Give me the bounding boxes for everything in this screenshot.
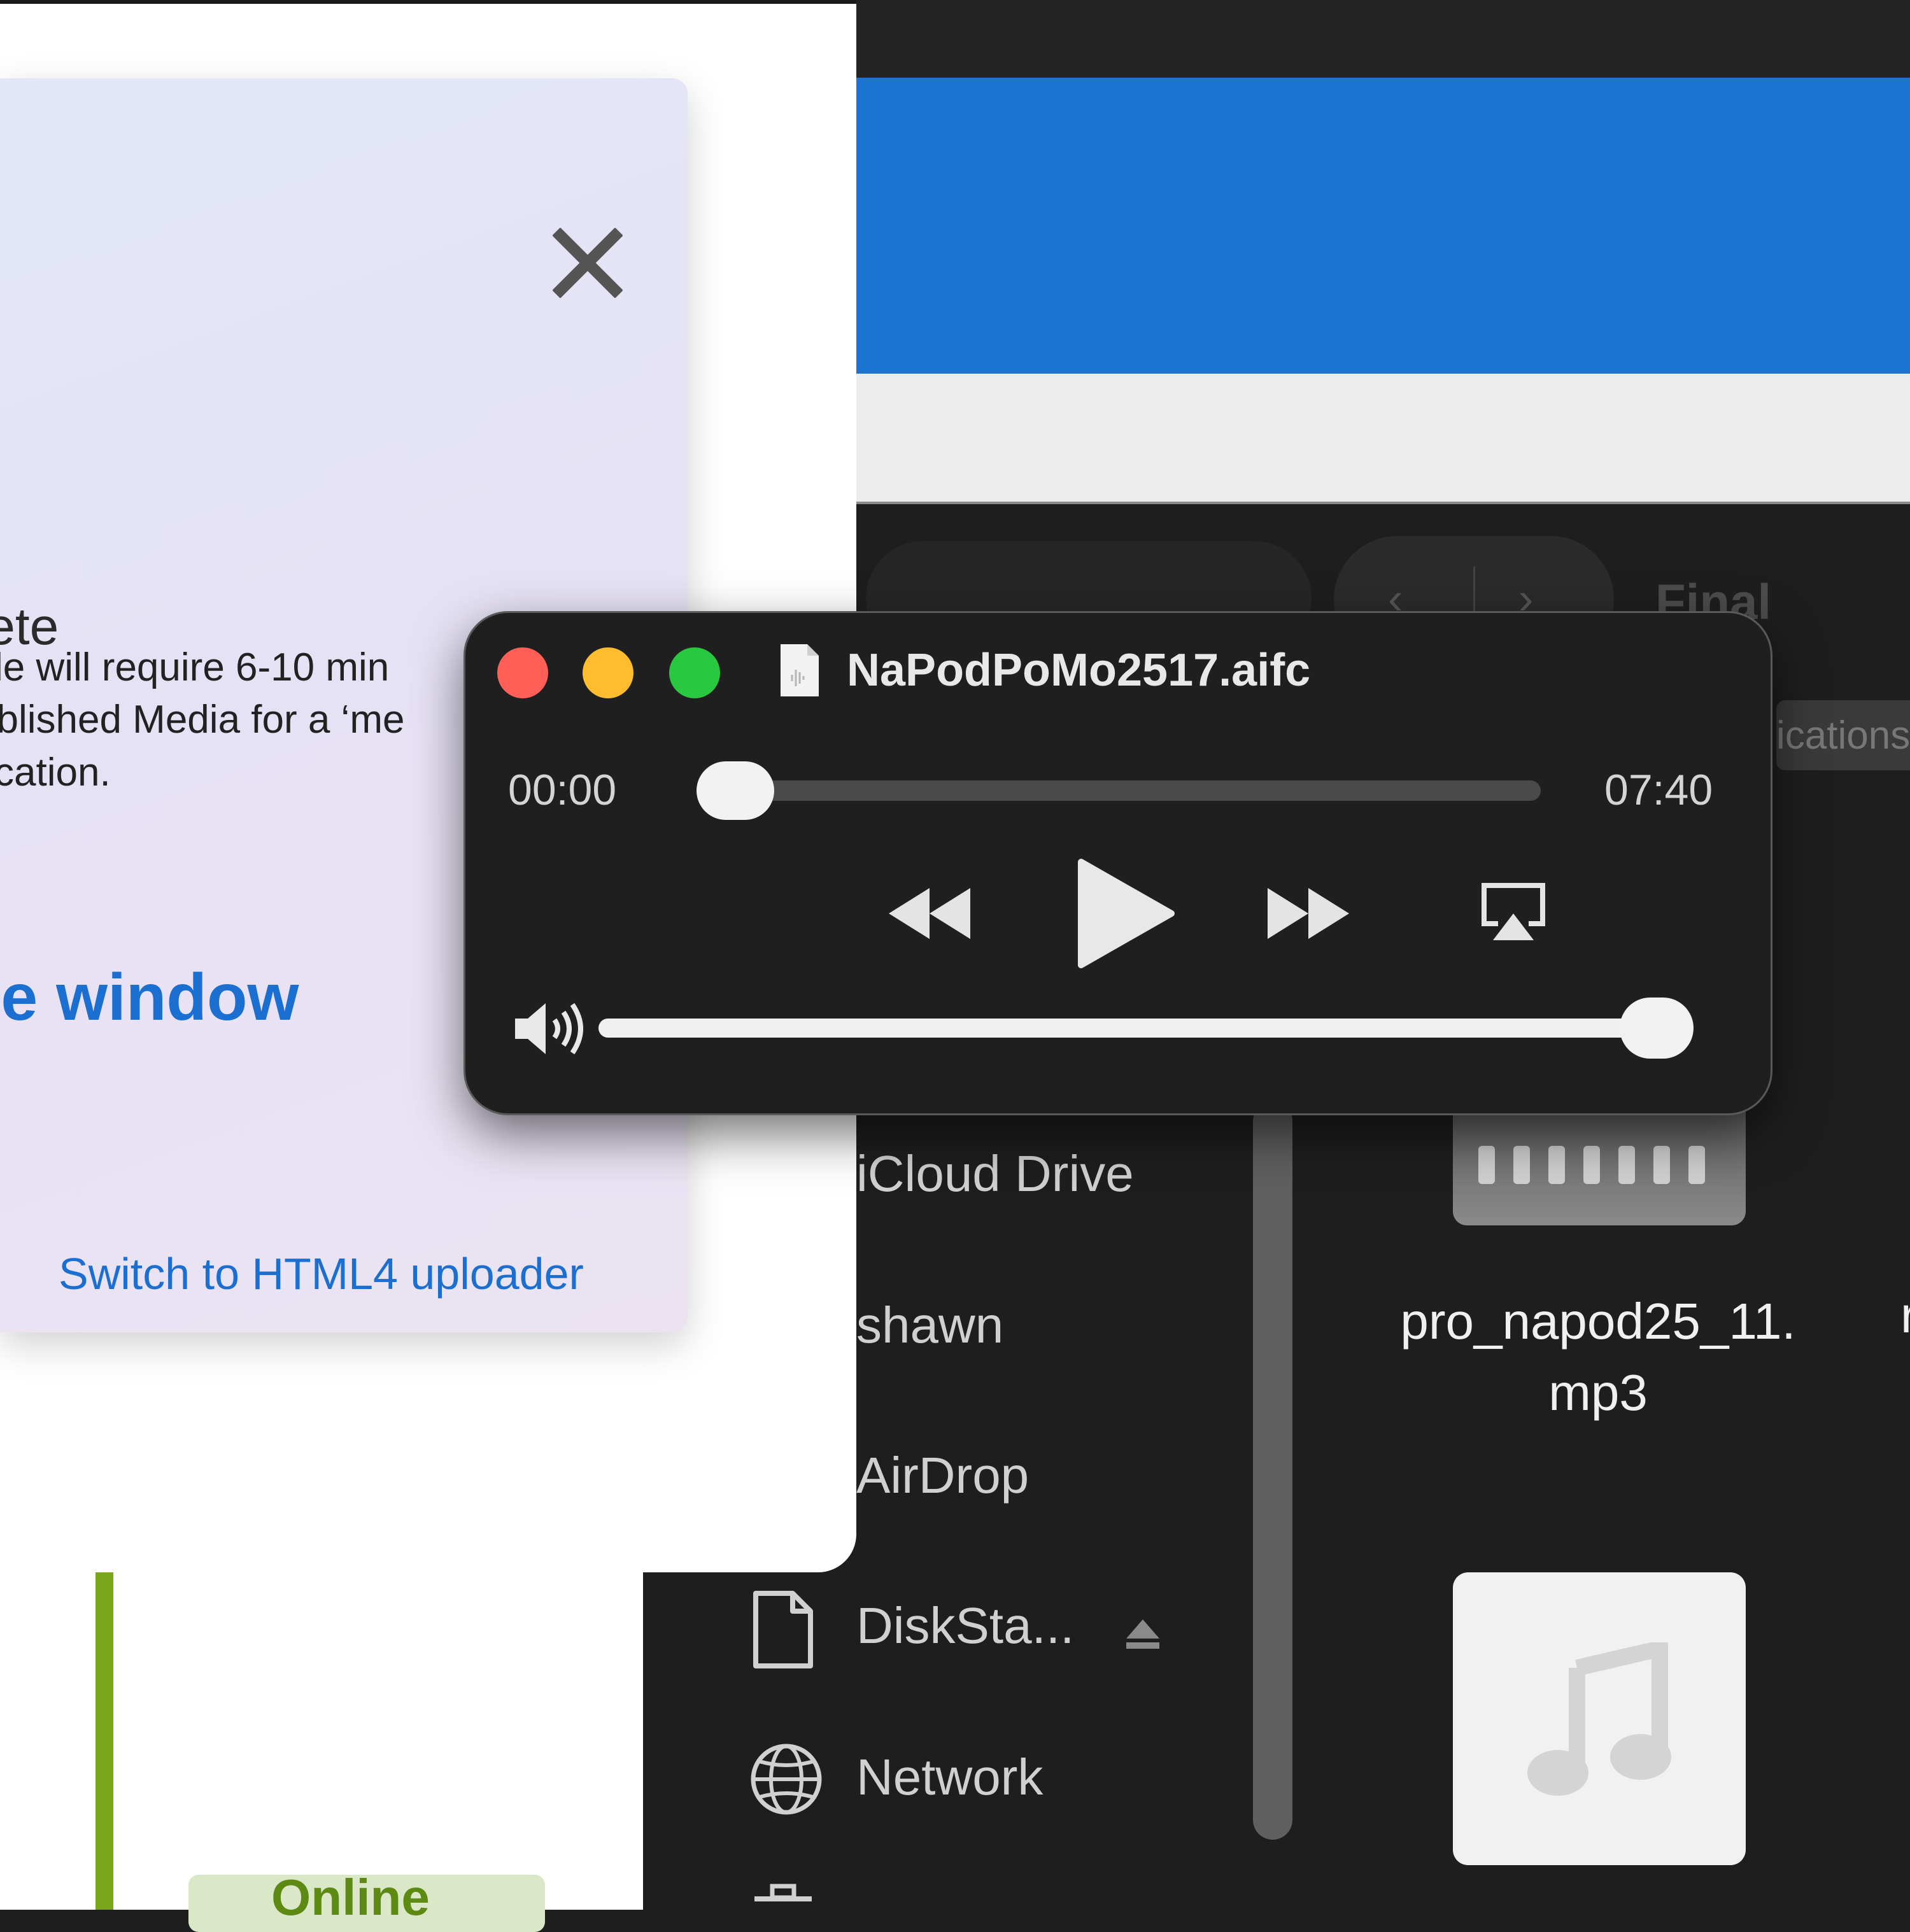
close-icon[interactable]	[552, 227, 623, 301]
sidebar-item-icloud-drive[interactable]: iCloud Drive	[856, 1145, 1134, 1203]
rewind-button[interactable]	[885, 885, 974, 945]
speaker-volume-icon[interactable]	[513, 999, 586, 1061]
current-time-label: 00:00	[508, 766, 617, 814]
dialog-body-line: ublished Media for a ‘me	[0, 698, 405, 742]
trash-icon[interactable]	[748, 1881, 818, 1916]
file-name-label[interactable]: pro_napod25_11. mp3	[1337, 1286, 1859, 1428]
player-title: NaPodPoMo2517.aifc	[847, 645, 1311, 696]
play-button[interactable]	[1076, 858, 1178, 973]
seek-track[interactable]	[735, 780, 1541, 801]
window-close-button[interactable]	[497, 647, 548, 698]
sidebar-scrollbar[interactable]	[1253, 1101, 1292, 1840]
music-note-icon	[1527, 1642, 1671, 1796]
globe-icon	[748, 1741, 824, 1821]
rewind-icon	[889, 888, 970, 939]
music-file-thumbnail[interactable]	[1453, 1572, 1746, 1865]
sidebar-item-airdrop[interactable]: AirDrop	[856, 1446, 1029, 1505]
document-icon	[748, 1588, 818, 1674]
window-maximize-button[interactable]	[669, 647, 720, 698]
seek-handle[interactable]	[697, 761, 774, 820]
switch-html4-uploader-link[interactable]: Switch to HTML4 uploader	[59, 1248, 584, 1299]
airplay-button[interactable]	[1480, 882, 1546, 946]
volume-fill	[598, 1019, 1681, 1038]
column-header-label: ications	[1776, 714, 1910, 758]
volume-handle[interactable]	[1620, 998, 1694, 1059]
play-icon	[1078, 859, 1175, 968]
blue-banner	[856, 78, 1910, 374]
eject-icon[interactable]	[1124, 1617, 1162, 1653]
sidebar-item-diskstation[interactable]: DiskSta...	[856, 1597, 1074, 1655]
sidebar-item-shawn[interactable]: shawn	[856, 1296, 1003, 1355]
audio-file-icon	[778, 642, 821, 702]
dialog-body-line: fication.	[0, 751, 111, 794]
fast-forward-icon	[1268, 888, 1349, 939]
sidebar-item-network[interactable]: Network	[856, 1748, 1043, 1807]
status-badge: Online	[188, 1875, 545, 1932]
window-minimize-button[interactable]	[583, 647, 633, 698]
airplay-icon	[1482, 883, 1545, 940]
dialog-body-line: file will require 6-10 min	[0, 645, 390, 689]
column-header-applications[interactable]: ications	[1776, 700, 1910, 770]
grey-band	[856, 374, 1910, 504]
green-accent-bar	[96, 1572, 113, 1910]
total-time-label: 07:40	[1604, 766, 1713, 814]
next-file-name-fragment[interactable]: r	[1900, 1286, 1910, 1344]
fast-forward-button[interactable]	[1264, 885, 1353, 945]
top-bar	[856, 0, 1910, 78]
close-window-link[interactable]: ose window	[0, 960, 299, 1036]
status-badge-label: Online	[271, 1875, 430, 1926]
